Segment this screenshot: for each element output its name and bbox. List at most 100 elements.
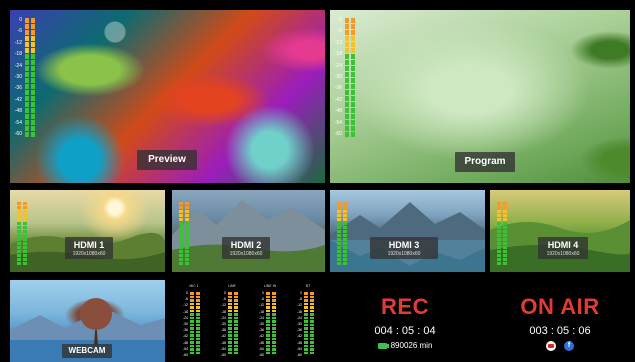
meter-segment	[497, 238, 501, 241]
meter-scale-label: -36	[220, 328, 226, 333]
meter-segment	[185, 238, 189, 241]
meter-scale-label: -30	[182, 322, 188, 326]
meter-segment	[190, 309, 194, 312]
meter-segment	[196, 334, 200, 337]
preview-audio-meter	[25, 18, 35, 137]
meter-segment	[190, 330, 194, 333]
audio-channel[interactable]: BT 0 -6 -12 -18 -24 -30 -36 -42 -48 -54 -60	[290, 280, 326, 362]
meter-segment	[310, 344, 314, 347]
meter-scale-label: -36	[14, 85, 22, 92]
meter-segment	[345, 126, 349, 131]
meter-segment	[185, 214, 189, 217]
meter-segment	[503, 246, 507, 249]
meter-segment	[337, 230, 341, 233]
meter-segment	[351, 36, 355, 41]
meter-segment	[179, 214, 183, 217]
rec-title[interactable]: REC	[330, 294, 480, 320]
audio-channel-meter	[304, 292, 314, 354]
meter-segment	[196, 348, 200, 351]
hdmi2-label: HDMI 2 1920x1080x60	[222, 237, 270, 259]
meter-segment	[185, 250, 189, 253]
facebook-icon[interactable]: f	[564, 341, 574, 351]
youtube-icon[interactable]	[546, 341, 556, 351]
meter-segment	[272, 334, 276, 337]
meter-segment	[228, 292, 232, 295]
meter-segment	[185, 230, 189, 233]
meter-segment	[31, 126, 35, 131]
webcam-source[interactable]: WEBCAM	[10, 280, 165, 362]
meter-segment	[31, 42, 35, 47]
meter-segment	[337, 206, 341, 209]
hdmi1-source[interactable]: HDMI 1 1920x1080x60	[10, 190, 165, 272]
meter-segment	[190, 323, 194, 326]
meter-scale-label: -54	[296, 346, 302, 351]
preview-monitor[interactable]: 0 -6 -12 -18 -24 -30 -36 -42 -48 -54 -60 Preview	[10, 10, 325, 183]
meter-segment	[228, 316, 232, 319]
meter-segment	[343, 206, 347, 209]
meter-segment	[304, 316, 308, 319]
meter-scale-label: -6	[298, 297, 302, 302]
meter-segment	[228, 306, 232, 309]
meter-scale-label: -42	[258, 334, 264, 339]
meter-segment	[497, 250, 501, 253]
meter-scale-label: -30	[258, 322, 264, 326]
meter-segment	[179, 262, 183, 265]
meter-segment	[25, 78, 29, 83]
meter-segment	[310, 327, 314, 330]
meter-segment	[351, 126, 355, 131]
meter-scale-label: -36	[334, 85, 342, 92]
hdmi4-source[interactable]: HDMI 4 1920x1080x60	[490, 190, 630, 272]
meter-segment	[266, 337, 270, 340]
meter-column	[503, 202, 507, 265]
hdmi-meter	[17, 202, 27, 265]
meter-segment	[272, 348, 276, 351]
meter-segment	[196, 327, 200, 330]
meter-segment	[304, 344, 308, 347]
meter-segment	[23, 214, 27, 217]
meter-scale-label: -18	[14, 51, 22, 58]
meter-segment	[190, 344, 194, 347]
program-monitor[interactable]: 0 -6 -12 -18 -24 -30 -36 -42 -48 -54 -60 Program	[330, 10, 630, 183]
meter-segment	[266, 320, 270, 323]
audio-channel[interactable]: MIC 1 0 -6 -12 -18 -24 -30 -36 -42 -48 -54 -60	[176, 280, 212, 362]
meter-segment	[310, 316, 314, 319]
meter-scale-label: -60	[14, 131, 22, 137]
meter-segment	[272, 341, 276, 344]
hdmi3-source[interactable]: HDMI 3 1920x1080x60	[330, 190, 485, 272]
meter-segment	[272, 323, 276, 326]
meter-scale-label: 0	[300, 291, 302, 295]
meter-scale-label: 0	[19, 17, 22, 23]
meter-segment	[25, 96, 29, 101]
meter-segment	[23, 206, 27, 209]
audio-channel-scale: 0 -6 -12 -18 -24 -30 -36 -42 -48 -54 -60	[176, 291, 188, 356]
hdmi2-source[interactable]: HDMI 2 1920x1080x60	[172, 190, 325, 272]
meter-segment	[272, 313, 276, 316]
audio-channel[interactable]: LINE IN 0 -6 -12 -18 -24 -30 -36 -42 -48 -54 -60	[252, 280, 288, 362]
meter-segment	[351, 66, 355, 71]
meter-segment	[337, 226, 341, 229]
meter-segment	[503, 226, 507, 229]
meter-segment	[345, 108, 349, 113]
meter-segment	[23, 234, 27, 237]
meter-segment	[343, 258, 347, 261]
meter-segment	[266, 344, 270, 347]
meter-segment	[31, 108, 35, 113]
on-air-timer: 003 : 05 : 06	[529, 325, 591, 337]
meter-segment	[337, 218, 341, 221]
meter-segment	[179, 206, 183, 209]
meter-segment	[25, 90, 29, 95]
meter-segment	[179, 246, 183, 249]
hdmi3-label: HDMI 3 1920x1080x60	[370, 237, 438, 259]
meter-segment	[23, 254, 27, 257]
meter-scale-label: -54	[14, 119, 22, 126]
meter-segment	[497, 202, 501, 205]
meter-segment	[345, 36, 349, 41]
meter-segment	[351, 102, 355, 107]
meter-segment	[185, 202, 189, 205]
audio-channel[interactable]: LINE 0 -6 -12 -18 -24 -30 -36 -42 -48 -54 -60	[214, 280, 250, 362]
on-air-title[interactable]: ON AIR	[485, 294, 635, 320]
meter-segment	[196, 330, 200, 333]
meter-scale-label: -12	[220, 303, 226, 308]
meter-segment	[179, 258, 183, 261]
meter-segment	[343, 238, 347, 241]
